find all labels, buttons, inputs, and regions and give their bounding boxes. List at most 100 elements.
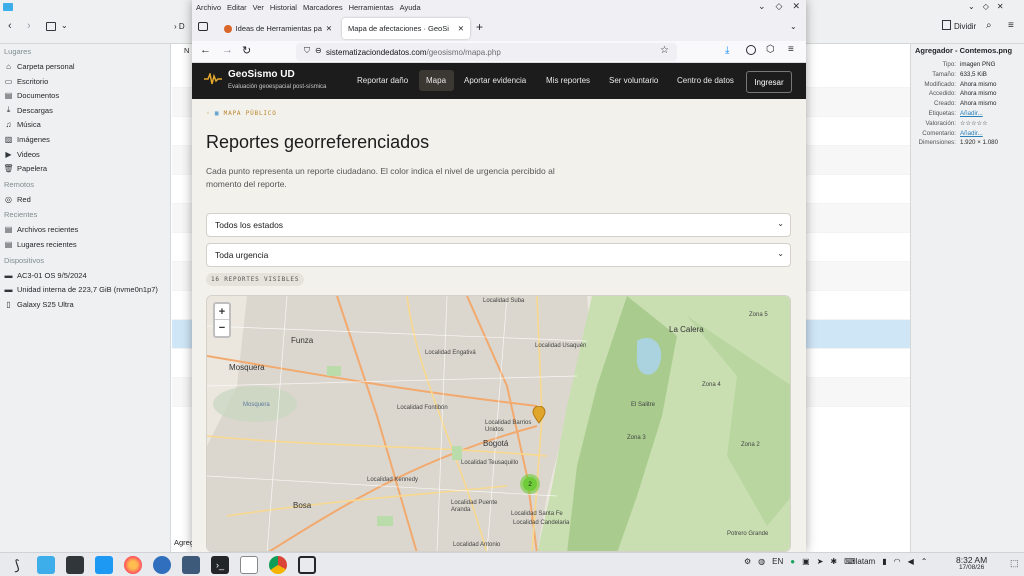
urgency-filter-select[interactable]: Toda urgencia ⌄: [206, 243, 791, 267]
download-icon[interactable]: ⤓: [725, 45, 729, 56]
sidebar-item[interactable]: 🗑 Papelera: [3, 162, 47, 175]
lang-indicator[interactable]: EN: [772, 557, 783, 566]
new-tab-icon[interactable]: +: [476, 20, 483, 34]
bookmark-star-icon[interactable]: ☆: [660, 45, 669, 56]
list-tabs-icon[interactable]: ⌄: [790, 22, 797, 31]
breadcrumb[interactable]: › D: [174, 22, 185, 31]
chevron-down-icon[interactable]: ⌄: [61, 21, 68, 30]
tab-mapa[interactable]: Mapa de afectaciones · GeoSi ✕: [342, 18, 470, 39]
zoom-in-button[interactable]: +: [215, 304, 229, 320]
sidebar-item[interactable]: ♫ Música: [4, 118, 41, 131]
tab-overview-icon[interactable]: [198, 22, 208, 31]
menu-item-historial[interactable]: Historial: [270, 3, 297, 12]
column-header[interactable]: N: [184, 46, 189, 55]
info-value[interactable]: Añadir...: [960, 129, 983, 139]
menu-item-ver[interactable]: Ver: [253, 3, 264, 12]
url-bar[interactable]: ⛉ ⊖ sistematizaciondedatos.com/geosismo/…: [296, 43, 677, 61]
back-icon[interactable]: ←: [200, 44, 211, 56]
split-view-icon[interactable]: [942, 20, 951, 30]
wifi-icon[interactable]: ◠: [894, 557, 901, 566]
sidebar-item[interactable]: ▶ Videos: [4, 148, 40, 161]
clipboard-icon[interactable]: ▣: [802, 557, 810, 566]
sidebar-item-label: Lugares recientes: [17, 240, 77, 249]
sidebar-item[interactable]: ⌂ Carpeta personal: [4, 60, 74, 73]
sidebar-item[interactable]: ▨ Imágenes: [4, 133, 50, 146]
kdeconnect-icon[interactable]: ●: [790, 557, 795, 566]
search-icon[interactable]: ⌕: [986, 20, 992, 31]
zoom-out-button[interactable]: −: [215, 320, 229, 336]
forward-icon[interactable]: →: [222, 44, 233, 56]
telegram-icon[interactable]: ➤: [817, 557, 824, 566]
nav-centro-de-datos[interactable]: Centro de datos: [677, 76, 734, 85]
menu-item-marcadores[interactable]: Marcadores: [303, 3, 343, 12]
map-label: Localidad Teusaquillo: [461, 460, 519, 466]
app-launcher-icon[interactable]: ⟆: [8, 556, 26, 574]
forward-icon[interactable]: ›: [27, 20, 31, 32]
sidebar-item[interactable]: ▯ Galaxy S25 Ultra: [4, 298, 73, 311]
terminal-icon[interactable]: ›_: [211, 556, 229, 574]
tray-expand-icon[interactable]: ⌃: [921, 557, 928, 566]
network-tray-icon[interactable]: ⚙: [744, 557, 751, 566]
app-menu-icon[interactable]: ≡: [788, 44, 794, 55]
extensions-icon[interactable]: ⬡: [766, 44, 775, 55]
lock-icon[interactable]: ⊖: [315, 46, 322, 55]
nav-reportar-dano[interactable]: Reportar daño: [357, 76, 408, 85]
menu-item-editar[interactable]: Editar: [227, 3, 247, 12]
state-filter-select[interactable]: Todos los estados ⌄: [206, 213, 791, 237]
shield-icon[interactable]: ⛉: [304, 46, 310, 56]
screen-capture-icon[interactable]: [182, 556, 200, 574]
bluetooth-icon[interactable]: ✱: [830, 557, 837, 566]
text-editor-icon[interactable]: [240, 556, 258, 574]
window-controls[interactable]: ⌄◇✕: [968, 2, 1012, 11]
login-button[interactable]: Ingresar: [746, 71, 792, 93]
sidebar-item[interactable]: ⤓ Descargas: [4, 104, 53, 117]
split-button[interactable]: Dividir: [954, 22, 976, 31]
reload-icon[interactable]: ↻: [242, 44, 251, 57]
store-icon[interactable]: [95, 556, 113, 574]
drive-icon: ▬: [4, 270, 13, 280]
battery-icon[interactable]: ▮: [882, 557, 886, 566]
keyboard-layout[interactable]: ⌨latam: [844, 557, 875, 566]
close-icon[interactable]: ✕: [792, 1, 800, 12]
thunderbird-icon[interactable]: [153, 556, 171, 574]
menu-item-archivo[interactable]: Archivo: [196, 3, 221, 12]
system-monitor-icon[interactable]: [66, 556, 84, 574]
info-value: imagen PNG: [960, 61, 996, 68]
sidebar-item[interactable]: ▬ AC3-01 OS 9/5/2024: [4, 269, 87, 282]
minimize-icon[interactable]: ⌄: [758, 1, 766, 12]
report-cluster[interactable]: 2: [520, 474, 540, 494]
dolphin-task-icon[interactable]: [37, 556, 55, 574]
info-value[interactable]: Añadir...: [960, 109, 983, 119]
menu-item-ayuda[interactable]: Ayuda: [400, 3, 421, 12]
nav-mis-reportes[interactable]: Mis reportes: [546, 76, 590, 85]
account-icon[interactable]: [746, 45, 756, 55]
nav-aportar-evidencia[interactable]: Aportar evidencia: [464, 76, 526, 85]
nav-mapa[interactable]: Mapa: [426, 76, 446, 85]
show-desktop-icon[interactable]: ⬚: [1010, 558, 1019, 569]
firefox-icon[interactable]: [124, 556, 142, 574]
tab-ideas[interactable]: Ideas de Herramientas pa ✕: [218, 18, 338, 39]
map-canvas[interactable]: + − Localidad Suba Localidad Usaquén Fun…: [206, 295, 791, 552]
sidebar-item[interactable]: ▭ Escritorio: [4, 75, 49, 88]
update-icon[interactable]: ◍: [758, 557, 765, 566]
sidebar-item[interactable]: ▤ Archivos recientes: [4, 223, 79, 236]
menu-item-herramientas[interactable]: Herramientas: [349, 3, 394, 12]
tab-close-icon[interactable]: ✕: [326, 24, 332, 33]
chrome-icon[interactable]: [269, 556, 287, 574]
sidebar-item[interactable]: ▤ Documentos: [4, 89, 59, 102]
tab-close-icon[interactable]: ✕: [458, 24, 464, 33]
site-brand[interactable]: GeoSismo UD: [228, 69, 295, 80]
sidebar-item[interactable]: ▬ Unidad interna de 223,7 GiB (nvme0n1p7): [4, 283, 158, 296]
maximize-icon[interactable]: ◇: [776, 1, 783, 12]
window-overview-icon[interactable]: [298, 556, 316, 574]
view-mode-icon[interactable]: [46, 22, 56, 31]
volume-icon[interactable]: ◀: [908, 557, 914, 566]
report-marker-icon[interactable]: [532, 406, 546, 424]
sidebar-item[interactable]: ▤ Lugares recientes: [4, 238, 77, 251]
clock[interactable]: 8:32 AM 17/08/26: [956, 556, 987, 572]
menu-icon[interactable]: ≡: [1008, 20, 1014, 31]
sidebar-item[interactable]: ◎ Red: [4, 193, 31, 206]
back-icon[interactable]: ‹: [8, 20, 12, 32]
nav-ser-voluntario[interactable]: Ser voluntario: [609, 76, 658, 85]
sidebar-item-label: Videos: [17, 149, 40, 159]
